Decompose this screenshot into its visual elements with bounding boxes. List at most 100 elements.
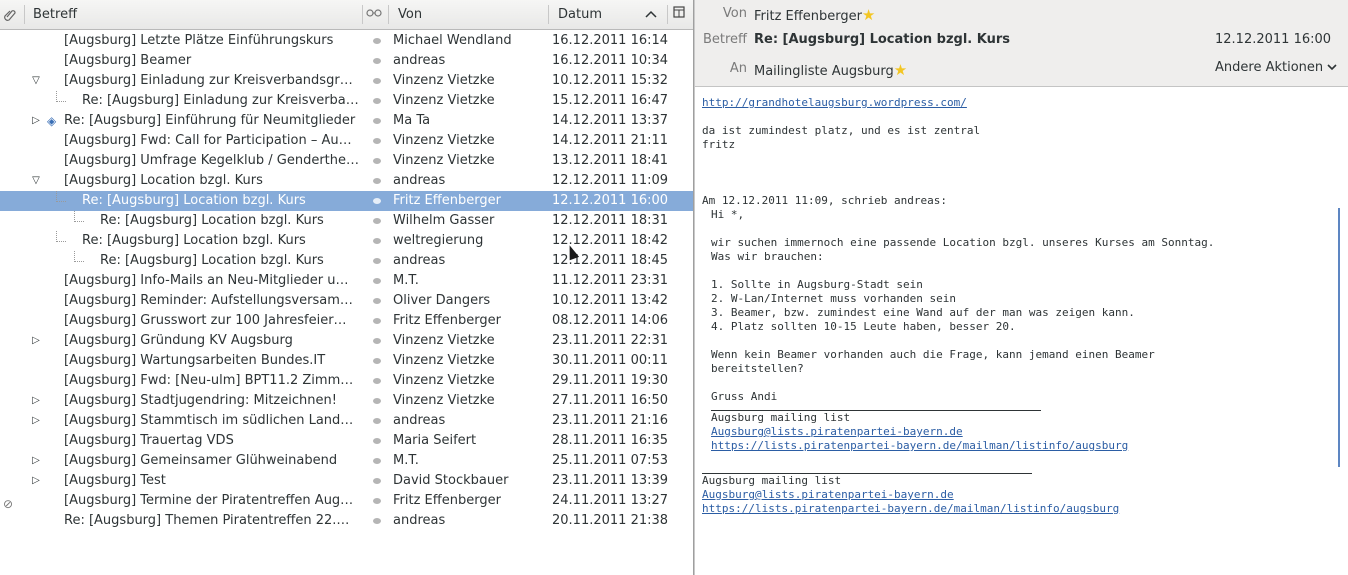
sig-url[interactable]: https://lists.piratenpartei-bayern.de/ma… <box>702 502 1119 515</box>
thread-expanded-icon[interactable]: ▽ <box>29 171 43 191</box>
read-status-icon[interactable] <box>373 458 381 464</box>
read-status-icon[interactable] <box>373 98 381 104</box>
read-status-icon[interactable] <box>373 58 381 64</box>
message-row[interactable]: Re: [Augsburg] Location bzgl. Kurs Wilhel… <box>0 211 693 231</box>
from-value[interactable]: Fritz Effenberger★ <box>754 6 875 24</box>
row-date: 16.12.2011 16:14 <box>552 33 669 48</box>
read-status-icon[interactable] <box>373 38 381 44</box>
row-subject: [Augsburg] Gründung KV Augsburg <box>64 333 293 348</box>
read-status-icon[interactable] <box>373 338 381 344</box>
thread-guide <box>56 201 66 202</box>
thread-column-header[interactable] <box>366 0 386 29</box>
quote-intro: Am 12.12.2011 11:09, schrieb andreas: <box>702 194 948 207</box>
read-status-icon[interactable] <box>373 378 381 384</box>
read-status-icon[interactable] <box>373 498 381 504</box>
row-from: Michael Wendland <box>393 33 512 48</box>
row-subject: Re: [Augsburg] Location bzgl. Kurs <box>82 233 306 248</box>
message-row[interactable]: ▷ ◈ Re: [Augsburg] Einführung für Neumitgl… <box>0 111 693 131</box>
from-name[interactable]: Fritz Effenberger <box>754 9 862 24</box>
message-row[interactable]: Re: [Augsburg] Themen Piratentreffen 22.… <box>0 511 693 531</box>
read-status-icon[interactable] <box>373 198 381 204</box>
read-status-icon[interactable] <box>373 438 381 444</box>
quote-line: wir suchen immernoch eine passende Locat… <box>711 236 1215 249</box>
quote-sig-email[interactable]: Augsburg@lists.piratenpartei-bayern.de <box>711 425 963 438</box>
star-icon[interactable]: ★ <box>862 6 875 24</box>
thread-collapsed-icon[interactable]: ▷ <box>29 111 43 131</box>
row-date: 12.12.2011 16:00 <box>552 193 669 208</box>
thread-expanded-icon[interactable]: ▽ <box>29 71 43 91</box>
message-row[interactable]: [Augsburg] Grusswort zur 100 Jahresfeier… <box>0 311 693 331</box>
date-column-header[interactable]: Datum <box>558 0 648 29</box>
message-row[interactable]: ▷ [Augsburg] Gründung KV Augsburg Vinzenz … <box>0 331 693 351</box>
quote-line: Gruss Andi <box>711 390 778 403</box>
read-status-icon[interactable] <box>373 178 381 184</box>
message-row[interactable]: Re: [Augsburg] Location bzgl. Kurs weltre… <box>0 231 693 251</box>
sig-email[interactable]: Augsburg@lists.piratenpartei-bayern.de <box>702 488 954 501</box>
row-subject: [Augsburg] Info-Mails an Neu-Mitglieder … <box>64 273 349 288</box>
row-from: Vinzenz Vietzke <box>393 353 495 368</box>
read-status-icon[interactable] <box>373 478 381 484</box>
from-column-header[interactable]: Von <box>398 0 538 29</box>
message-row[interactable]: [Augsburg] Letzte Plätze Einführungskurs… <box>0 31 693 51</box>
other-actions-button[interactable]: Andere Aktionen <box>1215 60 1337 75</box>
row-date: 11.12.2011 23:31 <box>552 273 669 288</box>
read-status-icon[interactable] <box>373 158 381 164</box>
row-subject: [Augsburg] Umfrage Kegelklub / Genderthe… <box>64 153 359 168</box>
message-row[interactable]: [Augsburg] Fwd: [Neu-ulm] BPT11.2 Zimm… V… <box>0 371 693 391</box>
read-status-icon[interactable] <box>373 78 381 84</box>
row-from: andreas <box>393 173 446 188</box>
read-status-icon[interactable] <box>373 218 381 224</box>
message-row[interactable]: ▷ [Augsburg] Test David Stockbauer 23.11.20… <box>0 471 693 491</box>
message-row[interactable]: [Augsburg] Fwd: Call for Participation –… <box>0 131 693 151</box>
quote-sig-url[interactable]: https://lists.piratenpartei-bayern.de/ma… <box>711 439 1128 452</box>
read-status-icon[interactable] <box>373 298 381 304</box>
read-status-icon[interactable] <box>373 358 381 364</box>
body-line: fritz <box>702 138 736 151</box>
read-status-icon[interactable] <box>373 138 381 144</box>
message-row[interactable]: Re: [Augsburg] Location bzgl. Kurs Fritz … <box>0 191 693 211</box>
attachment-column-header[interactable] <box>4 0 20 29</box>
body-link[interactable]: http://grandhotelaugsburg.wordpress.com/ <box>702 96 967 109</box>
message-row[interactable]: [Augsburg] Info-Mails an Neu-Mitglieder … <box>0 271 693 291</box>
read-status-icon[interactable] <box>373 238 381 244</box>
row-date: 20.11.2011 21:38 <box>552 513 669 528</box>
read-status-icon[interactable] <box>373 398 381 404</box>
message-row[interactable]: [Augsburg] Wartungsarbeiten Bundes.IT Vin… <box>0 351 693 371</box>
message-row[interactable]: ▷ [Augsburg] Stadtjugendring: Mitzeichnen… <box>0 391 693 411</box>
message-row[interactable]: Re: [Augsburg] Einladung zur Kreisverba…… <box>0 91 693 111</box>
row-from: Vinzenz Vietzke <box>393 133 495 148</box>
message-row[interactable]: Re: [Augsburg] Location bzgl. Kurs andrea… <box>0 251 693 271</box>
read-status-icon[interactable] <box>373 278 381 284</box>
read-status-icon[interactable] <box>373 258 381 264</box>
row-date: 30.11.2011 00:11 <box>552 353 669 368</box>
message-row[interactable]: [Augsburg] Beamer andreas 16.12.2011 10:34 <box>0 51 693 71</box>
read-status-icon[interactable] <box>373 118 381 124</box>
subject-column-header[interactable]: Betreff <box>33 0 353 29</box>
message-header: Von Fritz Effenberger★ Betreff Re: [Augs… <box>695 0 1348 87</box>
read-status-icon[interactable] <box>373 518 381 524</box>
to-value[interactable]: Mailingliste Augsburg★ <box>754 61 907 79</box>
sort-ascending-icon[interactable] <box>645 0 659 29</box>
row-date: 13.12.2011 18:41 <box>552 153 669 168</box>
message-row[interactable]: ▽ [Augsburg] Einladung zur Kreisverbandsg… <box>0 71 693 91</box>
star-icon[interactable]: ★ <box>894 61 907 79</box>
message-row[interactable]: [Augsburg] Trauertag VDS Maria Seifert 28.… <box>0 431 693 451</box>
message-view-pane: Von Fritz Effenberger★ Betreff Re: [Augs… <box>695 0 1348 575</box>
message-row[interactable]: ▷ [Augsburg] Stammtisch im südlichen Land… <box>0 411 693 431</box>
row-date: 12.12.2011 11:09 <box>552 173 669 188</box>
thread-collapsed-icon[interactable]: ▷ <box>29 331 43 351</box>
thread-collapsed-icon[interactable]: ▷ <box>29 411 43 431</box>
thread-collapsed-icon[interactable]: ▷ <box>29 471 43 491</box>
message-row[interactable]: ⊘ [Augsburg] Termine der Piratentreffen A… <box>0 491 693 511</box>
read-status-icon[interactable] <box>373 318 381 324</box>
message-row[interactable]: [Augsburg] Reminder: Aufstellungsversam…… <box>0 291 693 311</box>
read-status-icon[interactable] <box>373 418 381 424</box>
message-row[interactable]: ▽ [Augsburg] Location bzgl. Kurs andreas 12… <box>0 171 693 191</box>
thread-collapsed-icon[interactable]: ▷ <box>29 451 43 471</box>
column-picker-icon[interactable] <box>673 0 689 29</box>
message-row[interactable]: ▷ [Augsburg] Gemeinsamer Glühweinabend M.T… <box>0 451 693 471</box>
thread-collapsed-icon[interactable]: ▷ <box>29 391 43 411</box>
to-name[interactable]: Mailingliste Augsburg <box>754 64 894 79</box>
row-subject: [Augsburg] Wartungsarbeiten Bundes.IT <box>64 353 326 368</box>
message-row[interactable]: [Augsburg] Umfrage Kegelklub / Genderthe… <box>0 151 693 171</box>
